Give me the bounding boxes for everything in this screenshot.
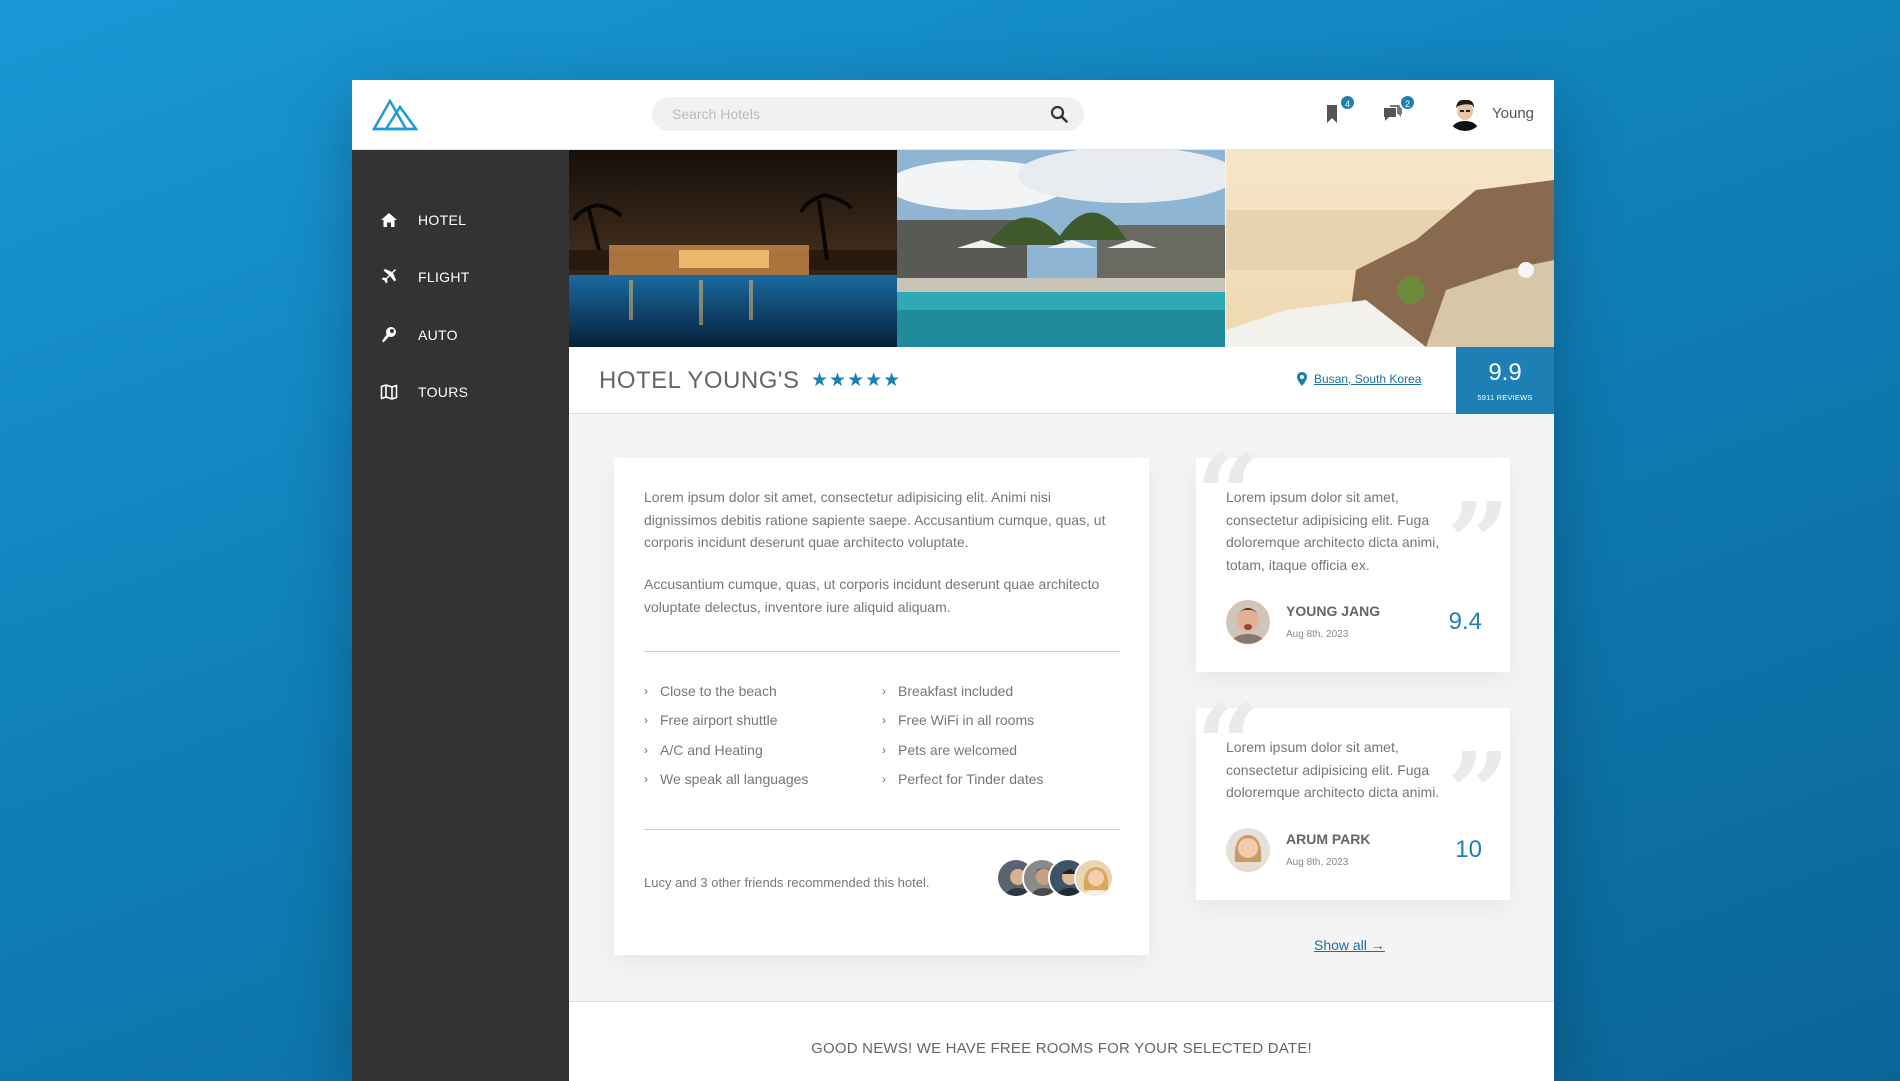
availability-banner: GOOD NEWS! WE HAVE FREE ROOMS FOR YOUR S…: [569, 1001, 1554, 1081]
divider: [644, 829, 1120, 830]
friend-avatar[interactable]: [1074, 858, 1114, 898]
review-score: 9.4: [1448, 608, 1482, 635]
search-bar[interactable]: [652, 97, 1084, 131]
chevron-right-icon: ›: [644, 713, 648, 727]
hotel-title-bar: HOTEL YOUNG'S ★★★★★ Busan, South Korea 9…: [569, 347, 1554, 414]
reviewer-name: ARUM PARK: [1286, 831, 1371, 847]
description-paragraph: Accusantium cumque, quas, ut corporis in…: [644, 576, 1100, 615]
review-date: Aug 8th, 2023: [1286, 857, 1349, 868]
sidebar-item-label: HOTEL: [418, 212, 467, 228]
sidebar-item-auto[interactable]: AUTO: [352, 315, 569, 355]
reviewer-avatar[interactable]: [1226, 828, 1270, 872]
logo-icon[interactable]: [372, 95, 418, 133]
sidebar-item-flight[interactable]: FLIGHT: [352, 257, 569, 297]
review-date: Aug 8th, 2023: [1286, 629, 1349, 640]
review-count[interactable]: 5911 REVIEWS: [1456, 393, 1554, 402]
home-icon: [381, 213, 397, 227]
plane-icon: [381, 269, 396, 284]
review-card: “ ” Lorem ipsum dolor sit amet, consecte…: [1196, 440, 1510, 672]
review-text: Lorem ipsum dolor sit amet, consectetur …: [1226, 489, 1440, 573]
hotel-photo-terrace[interactable]: [1226, 150, 1554, 347]
divider: [644, 651, 1120, 652]
reviewer-name: YOUNG JANG: [1286, 603, 1381, 619]
reviewer-avatar[interactable]: [1226, 600, 1270, 644]
chevron-right-icon: ›: [882, 684, 886, 698]
location[interactable]: Busan, South Korea: [1297, 372, 1421, 386]
sidebar-item-tours[interactable]: TOURS: [352, 372, 569, 412]
description-card: Lorem ipsum dolor sit amet, consectetur …: [614, 458, 1149, 955]
sidebar-item-label: TOURS: [418, 384, 469, 400]
hotel-score-badge: 9.9 5911 REVIEWS: [1456, 347, 1554, 414]
review-text: Lorem ipsum dolor sit amet, consectetur …: [1226, 739, 1440, 800]
user-name[interactable]: Young: [1492, 105, 1534, 122]
messages-button[interactable]: 2: [1382, 94, 1416, 128]
sidebar: HOTEL FLIGHT AUTO TOURS: [352, 150, 569, 1081]
feature-item: › We speak all languages: [644, 771, 809, 787]
hotel-photo-day-pool[interactable]: [897, 150, 1225, 347]
show-all-reviews-link[interactable]: Show all →: [1314, 937, 1385, 953]
sidebar-item-label: FLIGHT: [418, 269, 470, 285]
feature-item: › Breakfast included: [882, 683, 1014, 699]
review-card: “ ” Lorem ipsum dolor sit amet, consecte…: [1196, 690, 1510, 900]
chevron-right-icon: ›: [882, 713, 886, 727]
chevron-right-icon: ›: [882, 772, 886, 786]
chevron-right-icon: ›: [644, 684, 648, 698]
star-rating: ★★★★★: [811, 370, 902, 391]
wrench-icon: [382, 327, 396, 343]
top-header: 4 2 Young: [352, 80, 1554, 150]
chevron-right-icon: ›: [644, 772, 648, 786]
search-input[interactable]: [672, 97, 1032, 131]
bookmark-button[interactable]: 4: [1322, 94, 1356, 128]
feature-item: › Close to the beach: [644, 683, 777, 699]
bookmark-badge: 4: [1339, 94, 1356, 111]
chevron-right-icon: ›: [644, 743, 648, 757]
hotel-photo-night-pool[interactable]: [569, 150, 897, 347]
description-paragraph: Lorem ipsum dolor sit amet, consectetur …: [644, 489, 1106, 550]
location-link[interactable]: Busan, South Korea: [1314, 372, 1421, 386]
hotel-score: 9.9: [1488, 359, 1522, 386]
feature-item: › Free airport shuttle: [644, 712, 778, 728]
review-score: 10: [1455, 836, 1482, 863]
app-window: 4 2 Young HOTEL: [352, 80, 1554, 1081]
chevron-right-icon: ›: [882, 743, 886, 757]
sidebar-item-hotel[interactable]: HOTEL: [352, 200, 569, 240]
availability-message: GOOD NEWS! WE HAVE FREE ROOMS FOR YOUR S…: [811, 1040, 1312, 1057]
page-title: HOTEL YOUNG'S: [599, 367, 800, 394]
messages-badge: 2: [1399, 94, 1416, 111]
map-pin-icon: [1297, 372, 1307, 386]
feature-item: › Free WiFi in all rooms: [882, 712, 1035, 728]
feature-item: › Perfect for Tinder dates: [882, 771, 1044, 787]
user-avatar[interactable]: [1447, 95, 1483, 131]
feature-item: › Pets are welcomed: [882, 742, 1018, 758]
feature-item: › A/C and Heating: [644, 742, 763, 758]
map-icon: [380, 384, 398, 400]
search-icon[interactable]: [1050, 105, 1068, 123]
friends-recommendation: Lucy and 3 other friends recommended thi…: [644, 875, 930, 890]
sidebar-item-label: AUTO: [418, 327, 458, 343]
